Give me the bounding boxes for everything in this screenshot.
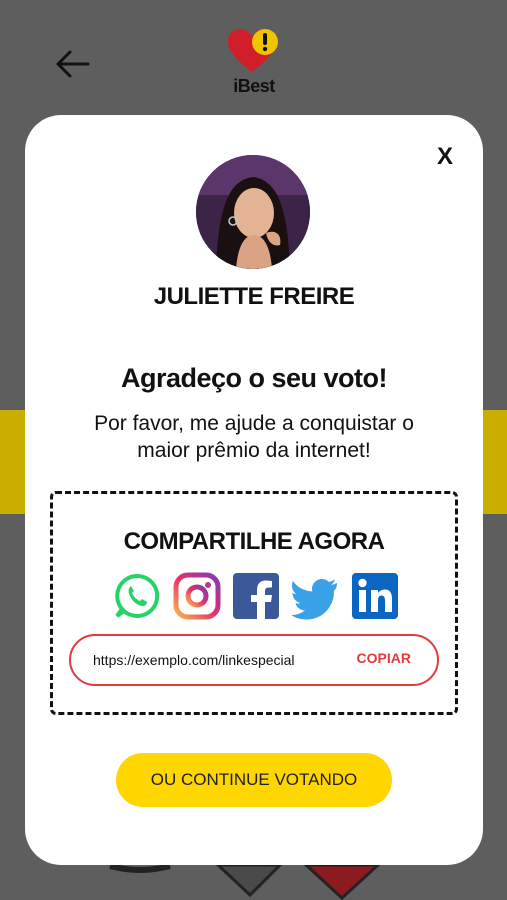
- avatar: [196, 155, 310, 269]
- logo-text: iBest: [233, 76, 275, 96]
- share-title: COMPARTILHE AGORA: [123, 528, 385, 555]
- facebook-icon[interactable]: [232, 572, 280, 620]
- whatsapp-icon[interactable]: [113, 572, 161, 620]
- share-link-input[interactable]: [93, 648, 333, 672]
- contestant-name: JULIETTE FREIRE: [153, 283, 355, 310]
- vote-thanks-modal: X JULIETTE FREIRE Agradeço o seu voto! P…: [25, 115, 483, 865]
- share-icons: [113, 572, 399, 620]
- thanks-subtitle: Por favor, me ajude a conquistar o maior…: [94, 412, 414, 462]
- continue-voting-button[interactable]: OU CONTINUE VOTANDO: [116, 753, 392, 807]
- close-button[interactable]: X: [433, 145, 457, 169]
- linkedin-icon[interactable]: [351, 572, 399, 620]
- heart-exclamation-logo: [228, 29, 278, 72]
- app-logo: iBest: [224, 26, 284, 98]
- profile-photo: [196, 155, 310, 269]
- twitter-icon[interactable]: [291, 572, 340, 620]
- copy-button[interactable]: COPIAR: [357, 650, 411, 666]
- top-bar: iBest: [0, 0, 507, 110]
- thanks-heading: Agradeço o seu voto!: [120, 363, 388, 393]
- back-button[interactable]: [52, 44, 92, 84]
- arrow-left-icon: [56, 50, 90, 78]
- share-link-field: COPIAR: [69, 634, 439, 686]
- instagram-icon[interactable]: [173, 572, 221, 620]
- share-section: COMPARTILHE AGORA https://exemplo.com/li…: [50, 491, 458, 715]
